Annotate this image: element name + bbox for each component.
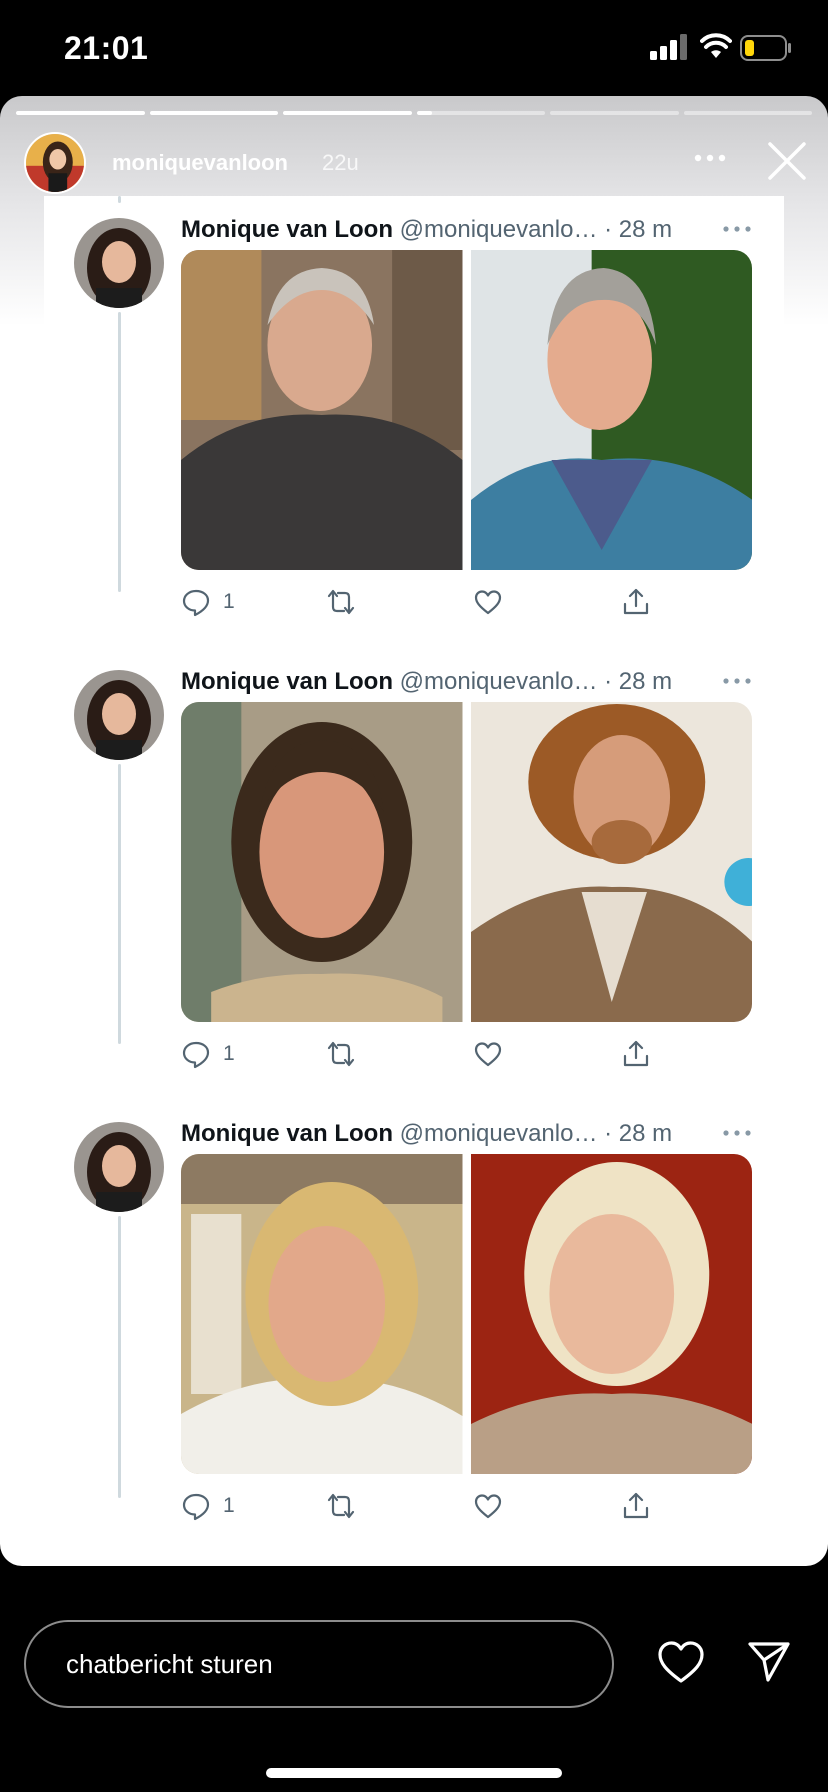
like-button[interactable] [473,1038,503,1070]
retweet-icon [327,1041,355,1067]
story-card[interactable]: moniquevanloon 22u Monique van Loon @mon… [0,96,828,1566]
home-indicator[interactable] [266,1768,562,1778]
retweet-icon [327,589,355,615]
tweet-photo[interactable] [470,250,752,570]
message-input[interactable] [24,1620,614,1708]
reply-button[interactable]: 1 [181,1490,235,1522]
tweet-more-icon[interactable] [722,676,752,686]
story-avatar[interactable] [24,132,86,194]
like-button[interactable] [473,1490,503,1522]
tweet-handle-time: @moniquevanlo… · 28 m [392,216,673,243]
close-icon[interactable] [766,140,808,182]
share-button[interactable] [621,586,651,618]
status-bar: 21:01 [0,0,828,96]
heart-icon [474,590,502,615]
tweet[interactable]: Monique van Loon @moniquevanlo… · 28 m 1 [44,1100,784,1540]
reply-button[interactable]: 1 [181,1038,235,1070]
share-button[interactable] [621,1490,651,1522]
message-bar [0,1566,828,1792]
share-button[interactable] [621,1038,651,1070]
tweet-photo[interactable] [181,250,463,570]
tweet-handle-time: @moniquevanlo… · 28 m [392,668,673,695]
status-time: 21:01 [64,30,149,66]
story-username[interactable]: moniquevanloon [112,150,288,176]
send-icon[interactable] [746,1638,792,1684]
tweet-avatar[interactable] [74,1122,164,1212]
tweet-actions: 1 [181,586,752,622]
more-icon[interactable] [690,144,730,172]
tweet-author-name[interactable]: Monique van Loon [181,668,393,695]
tweet-header: Monique van Loon @moniquevanlo… · 28 m [181,668,781,698]
tweet-actions: 1 [181,1038,752,1074]
tweet-avatar[interactable] [74,670,164,760]
retweet-icon [327,1493,355,1519]
tweet-avatar[interactable] [74,218,164,308]
tweet-author-name[interactable]: Monique van Loon [181,216,393,243]
reply-icon [182,1493,210,1521]
story-age: 22u [322,150,359,175]
tweet-thread: Monique van Loon @moniquevanlo… · 28 m 1… [44,196,784,1566]
reply-icon [182,589,210,617]
tweet-handle-time: @moniquevanlo… · 28 m [392,1120,673,1147]
heart-icon[interactable] [656,1638,706,1686]
retweet-button[interactable] [326,1038,356,1070]
tweet[interactable]: Monique van Loon @moniquevanlo… · 28 m 1 [44,648,784,1088]
tweet-actions: 1 [181,1490,752,1526]
wifi-icon [700,33,732,58]
tweet[interactable]: Monique van Loon @moniquevanlo… · 28 m 1 [44,196,784,636]
story-progress [16,111,812,115]
share-icon [623,588,649,615]
progress-segment [16,111,145,115]
tweet-header: Monique van Loon @moniquevanlo… · 28 m [181,1120,781,1150]
reply-count: 1 [223,1494,235,1517]
battery-icon [740,35,791,61]
progress-segment [683,111,812,115]
tweet-photo[interactable] [181,702,463,1022]
story-header: moniquevanloon 22u [24,132,814,194]
progress-segment [416,111,545,115]
retweet-button[interactable] [326,1490,356,1522]
tweet-photo[interactable] [470,1154,752,1474]
reply-button[interactable]: 1 [181,586,235,618]
reply-count: 1 [223,1042,235,1065]
tweet-author-name[interactable]: Monique van Loon [181,1120,393,1147]
tweet-header: Monique van Loon @moniquevanlo… · 28 m [181,216,781,246]
tweet-more-icon[interactable] [722,224,752,234]
like-button[interactable] [473,586,503,618]
heart-icon [474,1042,502,1067]
reply-icon [182,1041,210,1069]
tweet-media[interactable] [181,1154,752,1474]
tweet-media[interactable] [181,702,752,1022]
tweet-photo[interactable] [470,702,752,1022]
signal-icon [650,34,687,60]
progress-segment [149,111,278,115]
progress-segment [550,111,679,115]
heart-icon [474,1494,502,1519]
tweet-photo[interactable] [181,1154,463,1474]
retweet-button[interactable] [326,586,356,618]
progress-segment [283,111,412,115]
reply-count: 1 [223,590,235,613]
tweet-more-icon[interactable] [722,1128,752,1138]
share-icon [623,1492,649,1519]
share-icon [623,1040,649,1067]
tweet-media[interactable] [181,250,752,570]
